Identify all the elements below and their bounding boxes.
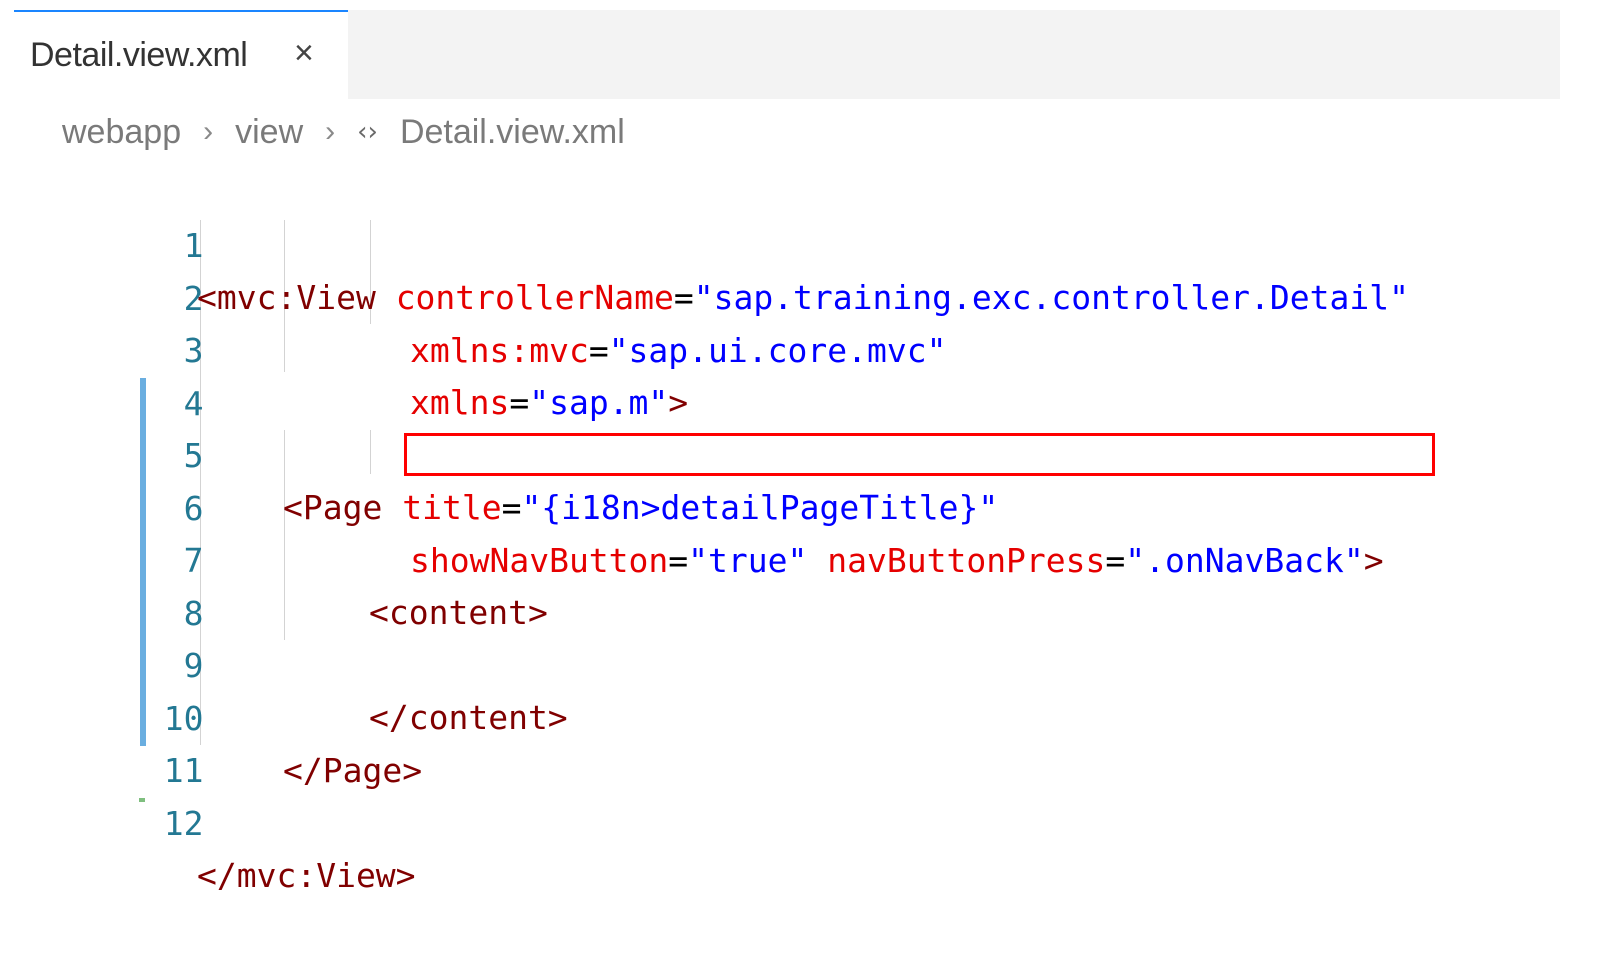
- breadcrumb: webapp › view › ‹› Detail.view.xml: [62, 112, 625, 152]
- close-icon[interactable]: ×: [294, 36, 314, 70]
- breadcrumb-item-webapp[interactable]: webapp: [62, 113, 181, 152]
- code-line-10: 10 </Page>: [0, 640, 1600, 791]
- code-line-5: 5 <Page title="{i18n>detailPageTitle}": [0, 377, 1600, 528]
- code-line-1: 1 <mvc:View controllerName="sap.training…: [0, 167, 1600, 318]
- code-line-7: 7 <content>: [0, 482, 1600, 633]
- breadcrumb-item-file[interactable]: Detail.view.xml: [400, 113, 625, 152]
- code-line-11: 11: [0, 692, 1600, 790]
- chevron-right-icon: ›: [325, 115, 336, 148]
- code-line-4: 4: [0, 325, 1600, 423]
- code-line-6: 6 showNavButton="true" navButtonPress=".…: [0, 430, 1600, 581]
- chevron-right-icon: ›: [203, 115, 214, 148]
- tab-bar: Detail.view.xml ×: [0, 0, 1600, 100]
- line-number: 12: [163, 803, 204, 843]
- xml-tag: </mvc:View>: [197, 856, 416, 895]
- code-line-2: 2 xmlns:mvc="sap.ui.core.mvc": [0, 220, 1600, 371]
- gutter-marker: [139, 798, 145, 802]
- code-editor[interactable]: 1 <mvc:View controllerName="sap.training…: [0, 165, 1600, 896]
- code-line-3: 3 xmlns="sap.m">: [0, 272, 1600, 423]
- code-line-8: 8: [0, 535, 1600, 633]
- xml-file-icon: ‹›: [357, 117, 378, 147]
- code-line-12: 12 </mvc:View>: [0, 745, 1600, 896]
- code-line-9: 9 </content>: [0, 587, 1600, 738]
- tab-bar-empty-area: [348, 10, 1560, 99]
- tab-label: Detail.view.xml: [30, 36, 248, 74]
- breadcrumb-item-view[interactable]: view: [235, 113, 303, 152]
- tab-detail-view-xml[interactable]: Detail.view.xml ×: [14, 10, 348, 99]
